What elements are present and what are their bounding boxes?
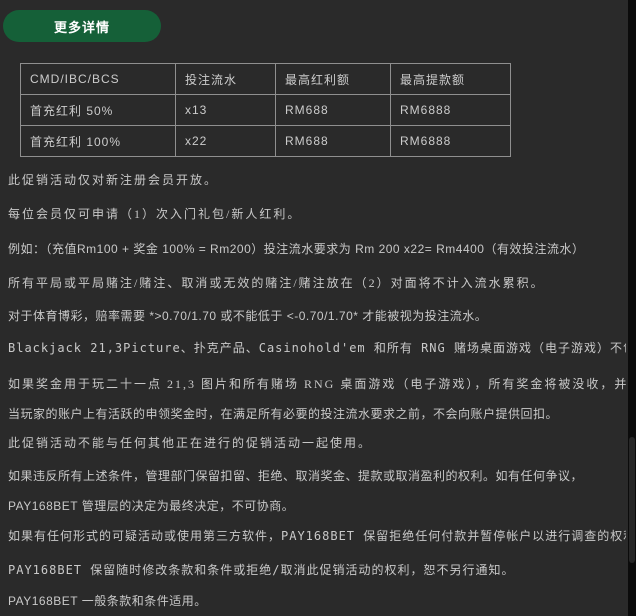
table-cell: 首充红利 50% — [20, 94, 176, 126]
table-header-cell: 最高提款额 — [390, 63, 511, 95]
promo-terms-panel: 更多详情 CMD/IBC/BCS 投注流水 最高红利额 最高提款额 首充红利 5… — [0, 0, 628, 616]
table-cell: x13 — [175, 94, 276, 126]
table-row: 首充红利 50% x13 RM688 RM6888 — [20, 94, 511, 126]
table-header-cell: 投注流水 — [175, 63, 276, 95]
table-cell: x22 — [175, 125, 276, 157]
term-paragraph: PAY168BET 保留随时修改条款和条件或拒绝/取消此促销活动的权利，恕不另行… — [8, 563, 515, 577]
term-paragraph: 此促销活动不能与任何其他正在进行的促销活动一起使用。 — [8, 436, 373, 450]
term-paragraph: 如果违反所有上述条件，管理部门保留扣留、拒绝、取消奖金、提款或取消盈利的权利。如… — [8, 469, 584, 513]
scrollbar[interactable] — [628, 0, 636, 616]
scrollbar-thumb[interactable] — [629, 437, 635, 563]
term-paragraph: 例如：（充值Rm100 + 奖金 100% = Rm200）投注流水要求为 Rm… — [8, 242, 585, 256]
table-cell: 首充红利 100% — [20, 125, 176, 157]
term-paragraph: 所有平局或平局赌注/赌注、取消或无效的赌注/赌注放在（2）对面将不计入流水累积。 — [8, 276, 545, 290]
table-cell: RM6888 — [390, 94, 511, 126]
bonus-table: CMD/IBC/BCS 投注流水 最高红利额 最高提款额 首充红利 50% x1… — [20, 63, 511, 157]
term-paragraph: Blackjack 21,3Picture、扑克产品、Casinohold'em… — [8, 341, 626, 355]
more-details-button[interactable]: 更多详情 — [3, 10, 161, 42]
term-paragraph: 对于体育博彩，赔率需要 *>0.70/1.70 或不能低于 <-0.70/1.7… — [8, 309, 488, 323]
table-header-cell: 最高红利额 — [275, 63, 391, 95]
table-cell: RM6888 — [390, 125, 511, 157]
table-header-row: CMD/IBC/BCS 投注流水 最高红利额 最高提款额 — [20, 63, 511, 95]
term-paragraph: 当玩家的账户上有活跃的申领奖金时，在满足所有必要的投注流水要求之前，不会向账户提… — [8, 407, 559, 421]
table-header-cell: CMD/IBC/BCS — [20, 63, 176, 95]
term-paragraph: 此促销活动仅对新注册会员开放。 — [8, 173, 219, 187]
term-paragraph: 每位会员仅可申请（1）次入门礼包/新人红利。 — [8, 207, 302, 221]
term-paragraph: PAY168BET 一般条款和条件适用。 — [8, 594, 207, 608]
term-paragraph: 如果有任何形式的可疑活动或使用第三方软件，PAY168BET 保留拒绝任何付款并… — [8, 529, 626, 543]
table-cell: RM688 — [275, 125, 391, 157]
table-cell: RM688 — [275, 94, 391, 126]
term-paragraph: 如果奖金用于玩二十一点 21,3 图片和所有赌场 RNG 桌面游戏（电子游戏），… — [8, 377, 626, 391]
table-row: 首充红利 100% x22 RM688 RM6888 — [20, 125, 511, 157]
